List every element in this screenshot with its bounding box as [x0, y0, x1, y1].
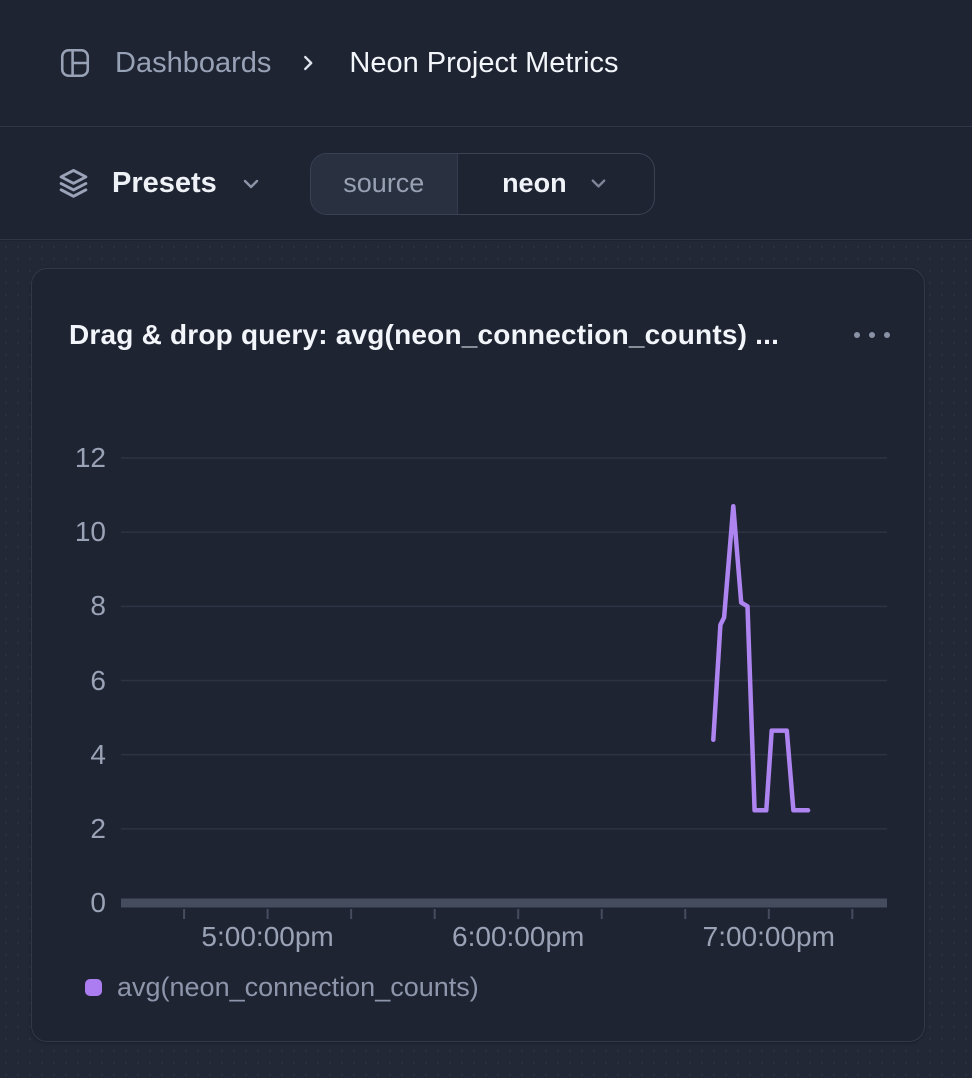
legend-swatch — [85, 979, 102, 996]
y-axis-tick-label: 6 — [32, 664, 106, 698]
y-axis-tick-label: 8 — [32, 589, 106, 623]
chevron-down-icon — [239, 172, 263, 196]
source-filter-dropdown[interactable]: source neon — [310, 153, 655, 215]
legend-item[interactable]: avg(neon_connection_counts) — [85, 969, 479, 1005]
presets-label: Presets — [112, 167, 217, 200]
dashboard-app: Dashboards Neon Project Metrics Presets — [0, 0, 972, 1078]
dashboard-canvas: Drag & drop query: avg(neon_connection_c… — [0, 241, 972, 1078]
filter-value: neon — [458, 154, 654, 214]
toolbar: Presets source neon — [0, 128, 972, 240]
y-axis-tick-label: 10 — [32, 515, 106, 549]
x-axis-tick-label: 6:00:00pm — [452, 921, 584, 953]
y-axis-tick-label: 4 — [32, 738, 106, 772]
y-axis-tick-label: 2 — [32, 812, 106, 846]
breadcrumb-dashboards-link[interactable]: Dashboards — [115, 47, 271, 80]
filter-key-label: source — [311, 154, 458, 214]
legend-label: avg(neon_connection_counts) — [117, 972, 479, 1003]
chart-plot-area[interactable] — [121, 452, 887, 924]
chevron-right-icon — [297, 52, 319, 74]
x-axis-tick-label: 7:00:00pm — [703, 921, 835, 953]
chart-card: Drag & drop query: avg(neon_connection_c… — [31, 268, 925, 1042]
series-line — [713, 506, 808, 810]
line-chart: 0 2 4 6 8 10 12 5:00:00pm 6:00:00pm 7:00:00pm av… — [32, 269, 926, 1043]
dashboard-grid-icon — [58, 46, 92, 80]
x-axis-tick-label: 5:00:00pm — [201, 921, 333, 953]
filter-value-label: neon — [502, 168, 567, 199]
top-header: Dashboards Neon Project Metrics — [0, 0, 972, 127]
layers-icon — [57, 167, 90, 200]
presets-button[interactable]: Presets — [57, 167, 263, 200]
y-axis-tick-label: 0 — [32, 886, 106, 920]
chevron-down-icon — [587, 172, 610, 195]
breadcrumb-current-page: Neon Project Metrics — [349, 47, 618, 80]
y-axis-tick-label: 12 — [32, 441, 106, 475]
